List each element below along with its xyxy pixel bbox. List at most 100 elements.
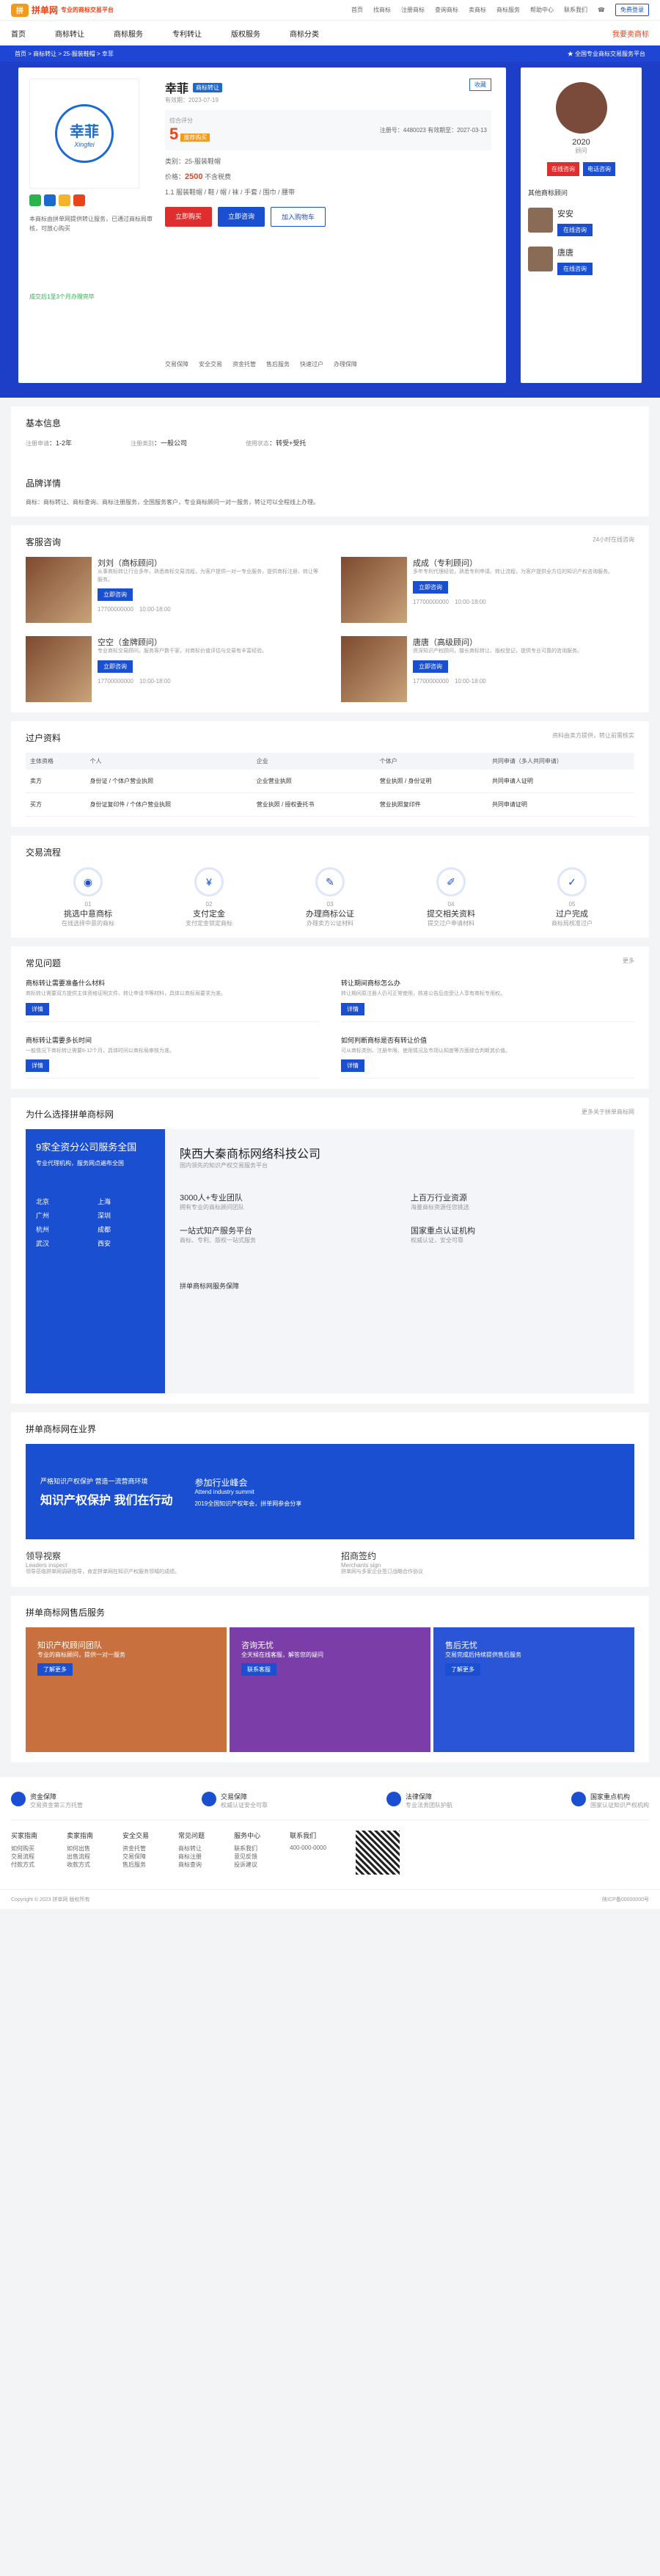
nav-item[interactable]: 版权服务 (231, 28, 260, 39)
footer-link[interactable]: 商标转让 (178, 1845, 205, 1853)
advisor-button[interactable]: 立即咨询 (413, 660, 448, 673)
city[interactable]: 武汉 (36, 1238, 93, 1248)
more-link[interactable]: 更多关于拼单商标网 (582, 1108, 634, 1129)
transfer-table: 主体资格 个人 企业 个体户 共同申请（多人共同申请） 卖方 身份证 / 个体户营业执照企… (26, 753, 634, 817)
nav-item[interactable]: 首页 (11, 28, 26, 39)
feature-item: 上百万行业资源 海量商标资源任您挑选 (411, 1194, 469, 1211)
event-card[interactable]: 招商签约 Merchants sign 拼单网与多家企业签订战略合作协议 (341, 1550, 634, 1577)
advisor-name: 成成（专利顾问） (413, 559, 477, 568)
city[interactable]: 西安 (98, 1238, 155, 1248)
faq-detail-button[interactable]: 详情 (26, 1002, 49, 1015)
mini-agent-button[interactable]: 在线咨询 (557, 263, 593, 275)
faq-item[interactable]: 如何判断商标是否有转让价值 可从商标类别、注册年限、使用情况及市场认知度等方面综合… (341, 1035, 634, 1079)
weibo-icon[interactable] (73, 194, 85, 206)
service-button[interactable]: 了解更多 (445, 1663, 480, 1676)
service-button[interactable]: 联系客服 (241, 1663, 276, 1676)
feature-item: 一站式知产服务平台 商标、专利、版权一站式服务 (180, 1227, 256, 1244)
star-icon[interactable] (59, 194, 70, 206)
footer-link[interactable]: 收款方式 (67, 1861, 93, 1869)
top-link[interactable]: 联系我们 (564, 6, 587, 14)
top-links: 首页 找商标 注册商标 查询商标 卖商标 商标服务 帮助中心 联系我们 ☎ 免费… (351, 4, 649, 16)
advisor-button[interactable]: 立即咨询 (413, 580, 448, 594)
footer-link[interactable]: 如何购买 (11, 1845, 37, 1853)
faq-detail-button[interactable]: 详情 (341, 1059, 364, 1072)
footer-link[interactable]: 交易保障 (122, 1853, 149, 1861)
top-link[interactable]: 商标服务 (496, 6, 520, 14)
top-link[interactable]: 查询商标 (435, 6, 458, 14)
agent-call-button[interactable]: 电话咨询 (583, 162, 615, 176)
add-cart-button[interactable]: 加入购物车 (271, 207, 326, 227)
top-link[interactable]: 帮助中心 (530, 6, 554, 14)
more-link[interactable]: 24小时在线咨询 (593, 536, 634, 557)
wechat-icon[interactable] (29, 194, 41, 206)
faq-detail-button[interactable]: 详情 (26, 1059, 49, 1072)
price-line: 价格：2500 不含税费 (165, 172, 232, 181)
top-link[interactable]: 注册商标 (401, 6, 425, 14)
advisor-hours: 10:00-18:00 (454, 677, 486, 685)
city[interactable]: 上海 (98, 1197, 155, 1206)
footer-feature: 交易保障 权威认证安全可靠 (202, 1791, 268, 1809)
certificate-icon (571, 1791, 586, 1806)
mini-agent[interactable]: 安安 在线咨询 (528, 208, 634, 236)
score-box: 综合评分 5 推荐购买 注册号：4480023 有效期至：2027-03-13 (165, 110, 491, 150)
top-link[interactable]: 首页 (351, 6, 363, 14)
brand-note: 成交后1至3个月办理完毕 (29, 293, 95, 300)
sell-trademark-link[interactable]: 我要卖商标 (612, 28, 649, 39)
city[interactable]: 北京 (36, 1197, 93, 1206)
breadcrumb-path[interactable]: 首页 > 商标转让 > 25-服装鞋帽 > 幸菲 (15, 50, 114, 58)
footer-link[interactable]: 商标查询 (178, 1861, 205, 1869)
city[interactable]: 广州 (36, 1211, 93, 1220)
advisor-button[interactable]: 立即咨询 (98, 660, 133, 673)
favorite-button[interactable]: 收藏 (469, 79, 491, 91)
footer-link[interactable]: 联系我们 (234, 1845, 260, 1853)
mini-agent-avatar (528, 208, 553, 233)
mini-agent[interactable]: 唐唐 在线咨询 (528, 247, 634, 275)
category[interactable]: 25-服装鞋帽 (185, 158, 221, 165)
advisor-desc: 多年专利代理经验，熟悉专利申请、转让流程，为客户提供全方位的知识产权咨询服务。 (413, 569, 613, 574)
agent-consult-button[interactable]: 在线咨询 (547, 162, 579, 176)
buy-button[interactable]: 立即购买 (165, 207, 213, 227)
faq-item[interactable]: 转让期间商标怎么办 转让期间原注册人仍可正常使用，核准公告后由受让人享有商标专用权… (341, 978, 634, 1022)
table-row: 买方 身份证复印件 / 个体户营业执照 营业执照 / 授权委托书 营业执照复印件 共同申… (26, 792, 634, 817)
top-link[interactable]: 找商标 (373, 6, 391, 14)
faq-item[interactable]: 商标转让需要准备什么材料 商标转让需要双方提供主体资格证明文件、转让申请书等材料，… (26, 978, 319, 1022)
advisor-hours: 10:00-18:00 (139, 606, 171, 613)
footer-link[interactable]: 意见反馈 (234, 1853, 260, 1861)
trademark-image: 幸菲 Xingfei (29, 79, 139, 189)
footer-link[interactable]: 投诉建议 (234, 1861, 260, 1869)
advisor-button[interactable]: 立即咨询 (98, 588, 133, 601)
city[interactable]: 深圳 (98, 1211, 155, 1220)
brand-en: Xingfei (74, 140, 95, 148)
service-button[interactable]: 了解更多 (37, 1663, 73, 1676)
event-card[interactable]: 领导视察 Leaders inspect 领导莅临拼单网调研指导，肯定拼单网在知识产… (26, 1550, 319, 1577)
tag-badge: 商标转让 (193, 82, 223, 92)
price-unit: 不含税费 (205, 173, 232, 180)
footer-link[interactable]: 商标注册 (178, 1853, 205, 1861)
hotline[interactable]: 400-000-0000 (290, 1845, 326, 1851)
city[interactable]: 杭州 (36, 1225, 93, 1234)
footer-link[interactable]: 付款方式 (11, 1861, 37, 1869)
guarantee-item: 资金托管 (232, 361, 256, 368)
more-link[interactable]: 更多 (623, 957, 634, 978)
process-step: ✐ 04 提交相关资料 提交过户申请材料 (411, 867, 491, 927)
faq-item[interactable]: 商标转让需要多长时间 一般情况下商标转让需要6-12个月，具体时间以商标局审核为准… (26, 1035, 319, 1079)
nav-item[interactable]: 商标分类 (290, 28, 319, 39)
nav-item[interactable]: 商标转让 (55, 28, 84, 39)
login-button[interactable]: 免费登录 (615, 4, 649, 16)
top-link[interactable]: 卖商标 (469, 6, 486, 14)
section-title: 交易流程 (26, 847, 62, 858)
other-agents-title: 其他商标顾问 (528, 189, 568, 197)
footer-link[interactable]: 出售流程 (67, 1853, 93, 1861)
footer-link[interactable]: 交易流程 (11, 1853, 37, 1861)
qq-icon[interactable] (44, 194, 56, 206)
consult-button[interactable]: 立即咨询 (218, 207, 265, 227)
faq-detail-button[interactable]: 详情 (341, 1002, 364, 1015)
footer-link[interactable]: 如何出售 (67, 1845, 93, 1853)
footer-link[interactable]: 售后服务 (122, 1861, 149, 1869)
nav-item[interactable]: 专利转让 (172, 28, 202, 39)
site-logo[interactable]: 拼 拼单网 专业的商标交易平台 (11, 3, 114, 17)
nav-item[interactable]: 商标服务 (114, 28, 143, 39)
mini-agent-button[interactable]: 在线咨询 (557, 224, 593, 236)
city[interactable]: 成都 (98, 1225, 155, 1234)
footer-link[interactable]: 资金托管 (122, 1845, 149, 1853)
